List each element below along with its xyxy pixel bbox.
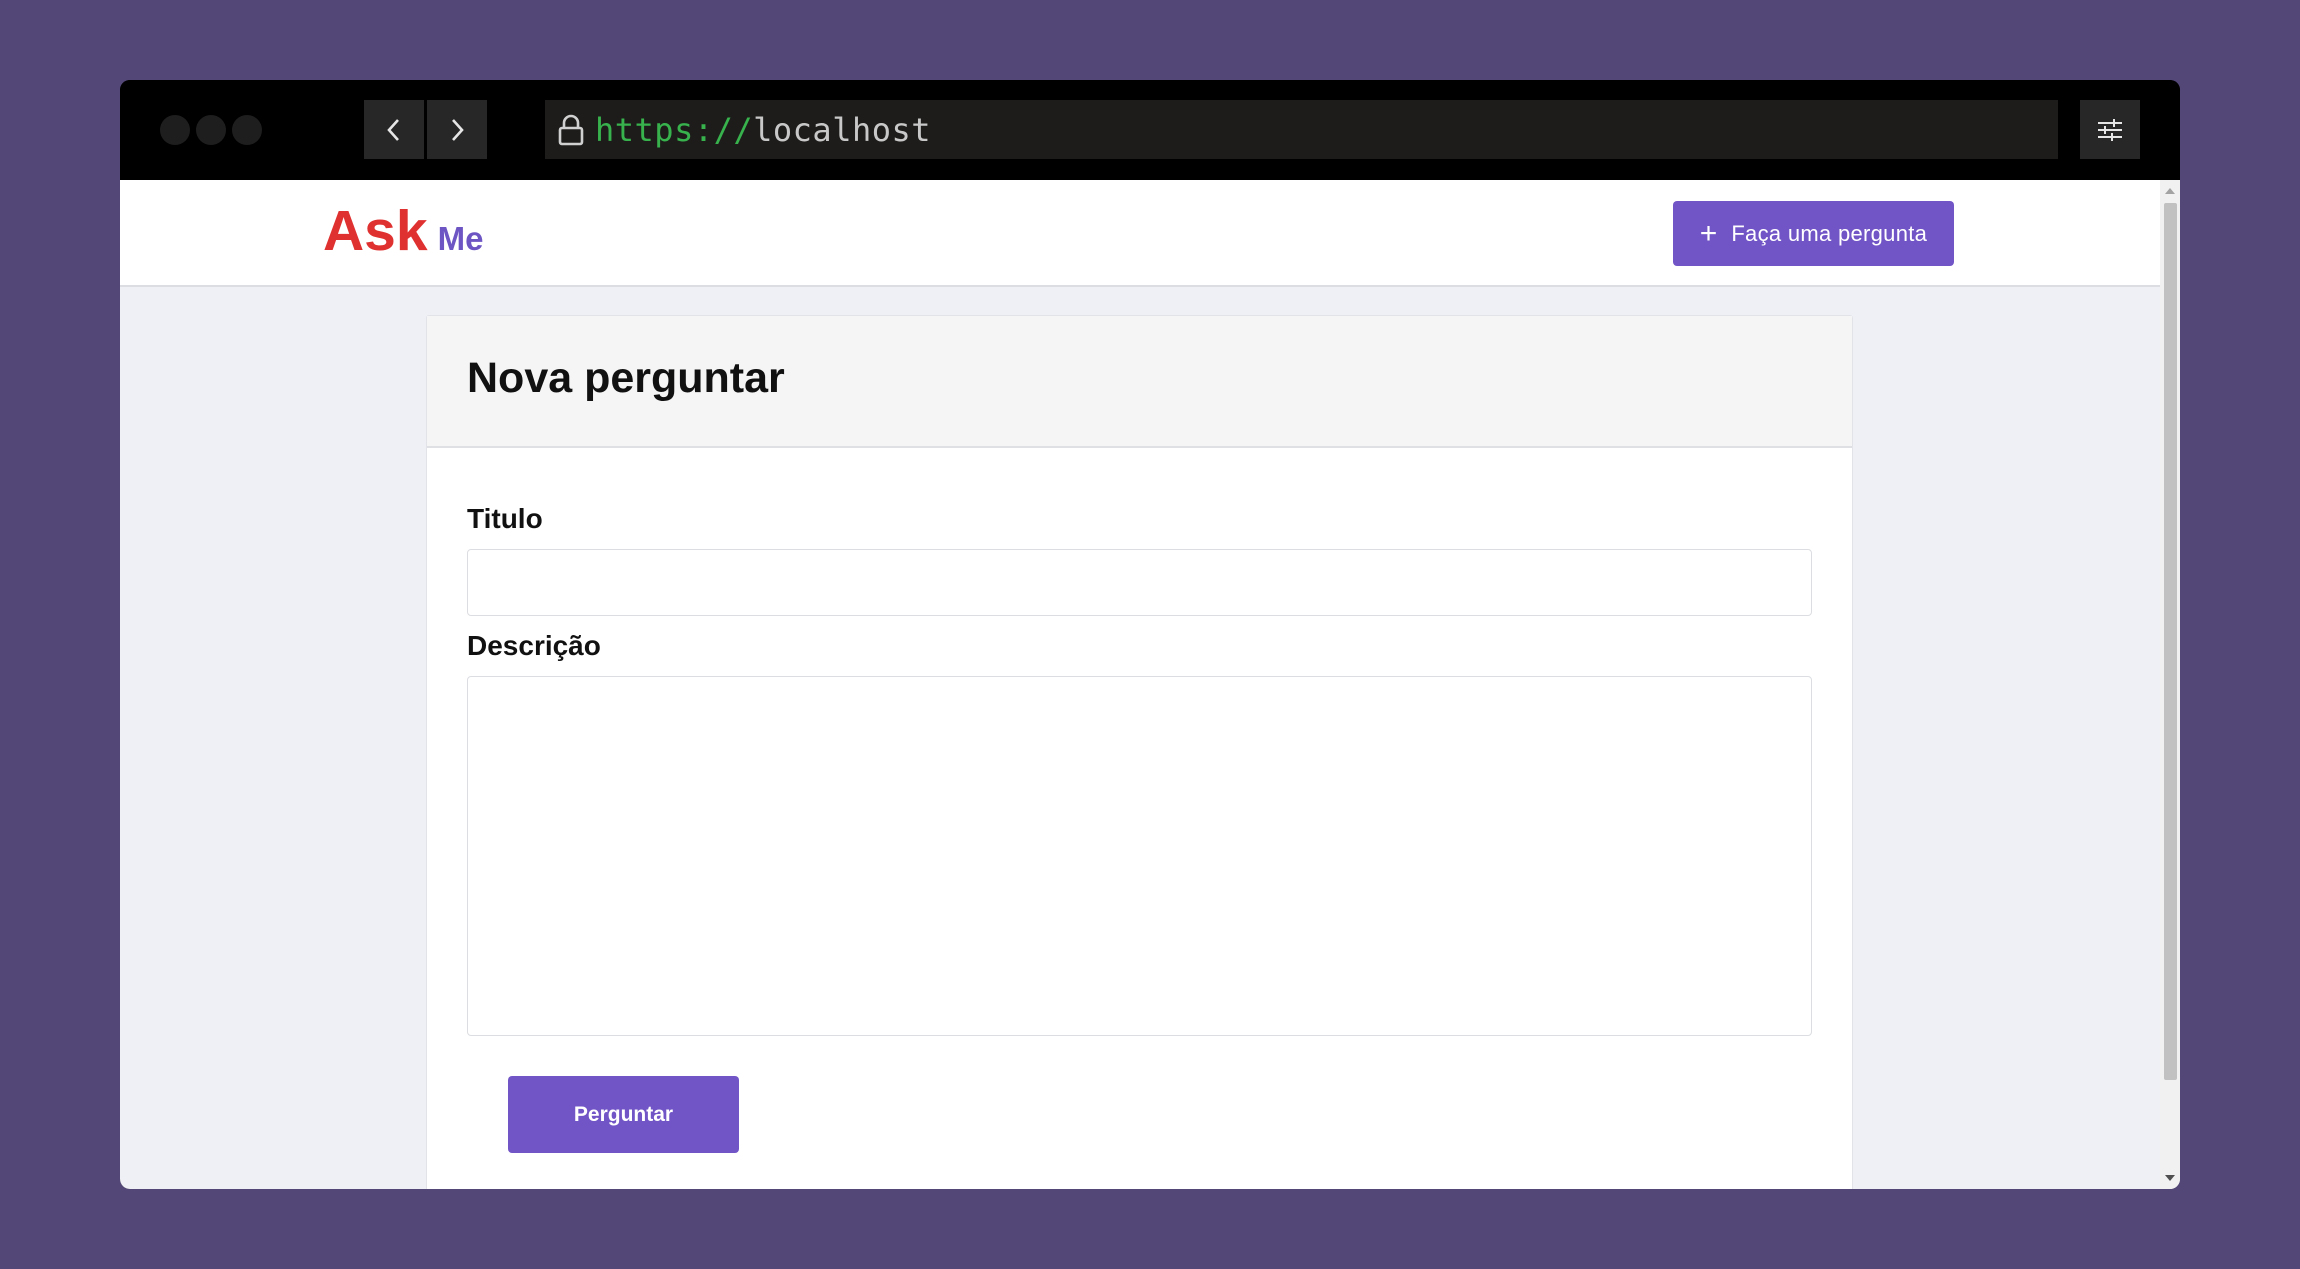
forward-button[interactable] — [427, 100, 487, 159]
page-title: Nova perguntar — [467, 354, 785, 402]
logo-ask: Ask — [323, 199, 428, 263]
window-dot-icon[interactable] — [196, 115, 226, 145]
card-header: Nova perguntar — [427, 316, 1852, 448]
scroll-thumb[interactable] — [2164, 203, 2177, 1080]
address-bar[interactable]: https://localhost — [545, 100, 2058, 159]
browser-window: https://localhost Ask Me + Faça uma pergu… — [120, 80, 2180, 1189]
description-textarea[interactable] — [467, 676, 1812, 1036]
url-text: https://localhost — [595, 111, 931, 149]
back-button[interactable] — [364, 100, 424, 159]
settings-sliders-icon — [2098, 118, 2122, 141]
title-input[interactable] — [467, 549, 1812, 616]
scroll-down-icon[interactable] — [2165, 1175, 2175, 1181]
browser-toolbar: https://localhost — [120, 80, 2180, 180]
page-viewport: Ask Me + Faça uma pergunta Nova perguntar… — [120, 180, 2180, 1189]
logo-me: Me — [437, 220, 484, 257]
url-host: localhost — [753, 110, 932, 149]
plus-icon: + — [1699, 216, 1718, 250]
ask-question-label: Faça uma pergunta — [1731, 220, 1928, 246]
back-icon — [387, 118, 399, 141]
forward-icon — [452, 118, 464, 141]
settings-button[interactable] — [2080, 100, 2140, 159]
description-label: Descrição — [467, 630, 601, 661]
title-label: Titulo — [467, 503, 543, 534]
site-header: Ask Me + Faça uma pergunta — [120, 180, 2160, 287]
site-logo[interactable]: Ask Me — [323, 198, 483, 264]
window-dot-icon[interactable] — [160, 115, 190, 145]
vertical-scrollbar[interactable] — [2160, 180, 2180, 1189]
url-scheme: https:// — [595, 110, 754, 149]
question-form-card: Nova perguntar Titulo Descrição Pergunta… — [426, 315, 1853, 1189]
lock-icon — [558, 114, 584, 145]
window-dot-icon[interactable] — [232, 115, 262, 145]
submit-question-button[interactable]: Perguntar — [508, 1076, 739, 1153]
scroll-up-icon[interactable] — [2165, 188, 2175, 194]
ask-question-button[interactable]: + Faça uma pergunta — [1673, 201, 1954, 266]
